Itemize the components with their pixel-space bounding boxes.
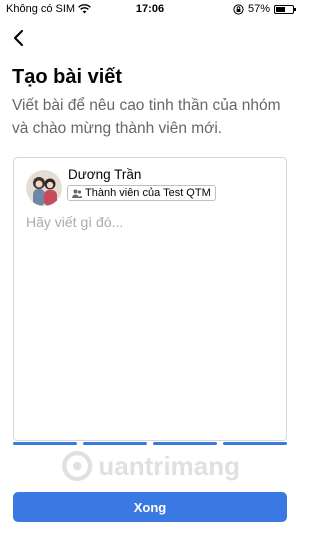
back-button[interactable] <box>8 26 32 50</box>
member-badge[interactable]: Thành viên của Test QTM <box>67 185 216 201</box>
battery-percent: 57% <box>247 3 270 15</box>
watermark: uantrimang <box>60 444 240 488</box>
member-badge-label: Thành viên của Test QTM <box>85 187 211 199</box>
battery-fill <box>276 6 285 12</box>
status-right: 57% <box>233 3 296 15</box>
toolbar-option[interactable] <box>153 442 217 445</box>
post-composer[interactable]: Dương Trần Thành viên của Test QTM <box>13 157 287 441</box>
chevron-left-icon <box>13 29 24 47</box>
battery-icon <box>274 4 296 14</box>
watermark-logo-icon <box>62 450 93 482</box>
page-subtitle: Viết bài để nêu cao tinh thần của nhóm v… <box>12 97 281 137</box>
avatar[interactable] <box>26 170 62 206</box>
orientation-lock-icon <box>233 3 244 15</box>
author-name: Dương Trần <box>68 167 142 182</box>
done-button[interactable]: Xong <box>13 492 287 522</box>
toolbar-option[interactable] <box>223 442 287 445</box>
page-title: Tạo bài viết <box>12 66 123 88</box>
watermark-text: uantrimang <box>98 450 240 481</box>
toolbar-option[interactable] <box>13 442 77 445</box>
group-member-icon <box>72 189 82 198</box>
toolbar-option[interactable] <box>83 442 147 445</box>
composer-toolbar <box>13 440 287 448</box>
post-text-input[interactable] <box>26 210 276 234</box>
status-bar: Không có SIM 17:06 57% <box>0 0 300 20</box>
